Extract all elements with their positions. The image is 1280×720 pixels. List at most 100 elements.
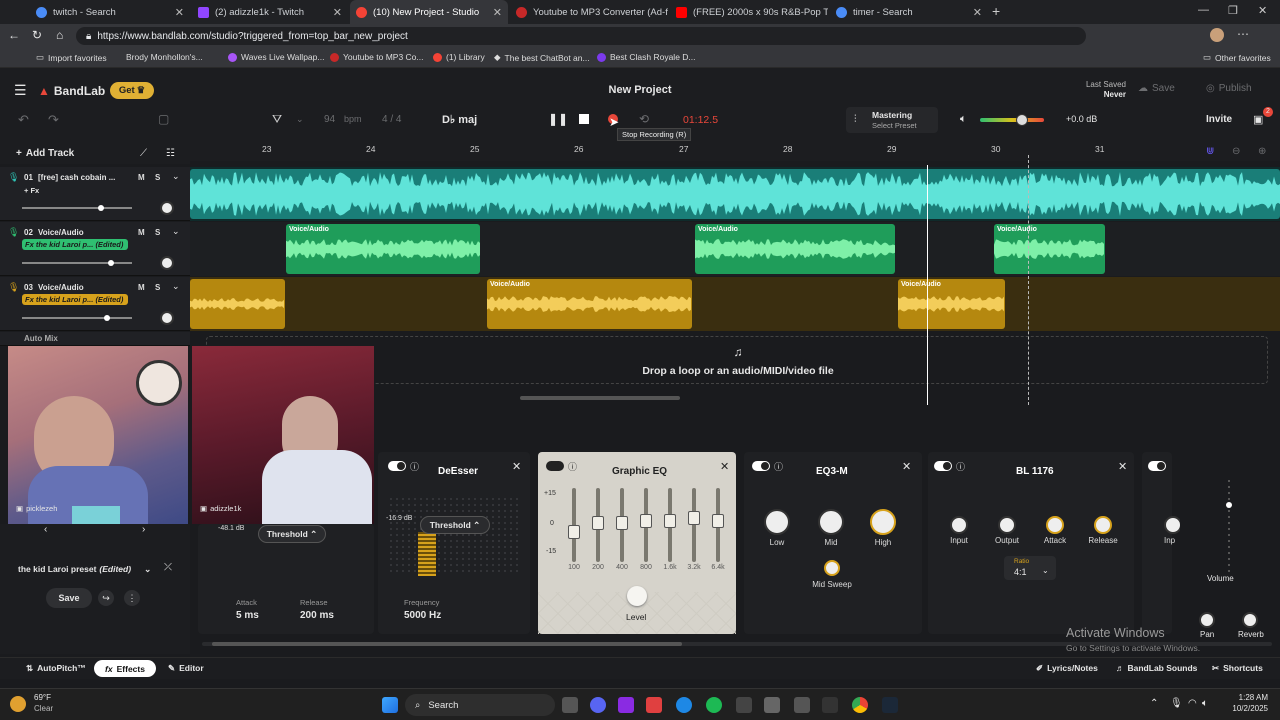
bookmark-5[interactable]: (1) Library xyxy=(433,52,485,62)
bandlab-sounds-button[interactable]: ♬ BandLab Sounds xyxy=(1116,663,1197,673)
eq-high-knob[interactable] xyxy=(870,509,896,535)
get-membership-button[interactable]: Get ♛ xyxy=(110,82,154,99)
attack-value[interactable]: 5 ms xyxy=(236,610,259,621)
menu-icon[interactable]: ⋯ xyxy=(1237,27,1249,41)
eq-band-handle[interactable] xyxy=(712,513,724,528)
track-name[interactable]: Voice/Audio xyxy=(38,283,84,292)
shortcuts-button[interactable]: ✂ Shortcuts xyxy=(1212,663,1263,674)
tuning-fork-icon[interactable]: ⟋ xyxy=(140,148,147,159)
close-icon[interactable]: ✕ xyxy=(973,6,982,19)
frequency-value[interactable]: 5000 Hz xyxy=(404,610,441,621)
bookmark-7[interactable]: Best Clash Royale D... xyxy=(597,52,696,62)
eq-band-handle[interactable] xyxy=(616,515,628,530)
mute-button[interactable]: M xyxy=(138,173,145,182)
epic-games-icon[interactable] xyxy=(822,697,838,713)
undo-icon[interactable]: ↶ xyxy=(18,112,29,128)
hamburger-menu-icon[interactable]: ☰ xyxy=(14,82,27,99)
discord-icon[interactable] xyxy=(590,697,606,713)
volume-fader-handle[interactable] xyxy=(1226,502,1232,508)
partial-fx-toggle[interactable] xyxy=(1148,461,1166,471)
bandlab-logo[interactable]: ▲ BandLab xyxy=(38,84,105,98)
bookmark-2[interactable]: Brody Monhollon's... xyxy=(126,52,203,62)
track-volume-slider[interactable] xyxy=(22,260,132,266)
start-icon[interactable] xyxy=(382,697,398,713)
track-name[interactable]: Voice/Audio xyxy=(38,228,84,237)
deesser-toggle[interactable] xyxy=(388,461,406,471)
effect-preset-badge[interactable]: Fx the kid Laroi p... (Edited) xyxy=(22,239,128,250)
mic-icon[interactable]: 🎙︎ xyxy=(8,172,19,183)
pan-knob[interactable] xyxy=(160,311,174,325)
compressor-threshold-selector[interactable]: Threshold ⌃ xyxy=(258,525,326,543)
app-icon[interactable] xyxy=(736,697,752,713)
magnet-icon[interactable]: ⋓ xyxy=(1206,146,1214,157)
audio-clip[interactable] xyxy=(190,279,285,329)
close-icon[interactable]: ✕ xyxy=(333,6,342,19)
solo-button[interactable]: S xyxy=(155,173,160,182)
effects-tab[interactable]: fx Effects xyxy=(94,660,156,677)
other-favorites[interactable]: ▭ Other favorites xyxy=(1203,52,1271,63)
browser-tab-4[interactable]: Youtube to MP3 Converter (Ad-fr✕ xyxy=(510,0,668,24)
time-signature[interactable]: 4 / 4 xyxy=(382,114,401,125)
info-icon[interactable]: ⓘ xyxy=(568,460,577,473)
url-input[interactable]: 🔒︎ https://www.bandlab.com/studio?trigger… xyxy=(76,27,1086,45)
bookmark-3[interactable]: Waves Live Wallpap... xyxy=(228,52,324,62)
settings-sliders-icon[interactable]: ☷ xyxy=(166,148,175,159)
volume-fader[interactable] xyxy=(1228,476,1230,572)
attack-knob[interactable] xyxy=(1046,516,1064,534)
level-knob[interactable] xyxy=(627,586,647,606)
zoom-in-icon[interactable]: ⊕ xyxy=(1258,146,1266,157)
metronome-icon[interactable]: ⛛ xyxy=(272,112,282,127)
publish-button[interactable]: ◎ Publish xyxy=(1206,83,1252,94)
chevron-down-icon[interactable]: ⌄ xyxy=(172,171,180,182)
eq-band-handle[interactable] xyxy=(568,524,580,539)
pan-knob[interactable] xyxy=(160,256,174,270)
new-tab-button[interactable]: + xyxy=(992,3,1000,19)
horizontal-scrollbar[interactable] xyxy=(520,396,680,400)
close-icon[interactable]: ✕ xyxy=(512,460,521,473)
browser-tab-5[interactable]: (FREE) 2000s x 90s R&B-Pop Type✕ xyxy=(670,0,828,24)
weather-icon[interactable] xyxy=(10,696,26,712)
track-lane-3[interactable]: Voice/Audio Voice/Audio xyxy=(190,277,1280,331)
save-project-button[interactable]: ☁ Save xyxy=(1138,83,1175,94)
close-icon[interactable]: ✕ xyxy=(175,6,184,19)
bookmark-6[interactable]: ◆ The best ChatBot an... xyxy=(494,52,590,63)
track-volume-handle[interactable] xyxy=(104,315,110,321)
track-header-2[interactable]: 🎙︎ 02 Voice/Audio Fx the kid Laroi p... … xyxy=(0,222,190,276)
back-icon[interactable]: ← xyxy=(8,28,20,42)
add-fx-button[interactable]: + Fx xyxy=(24,186,39,195)
browser-tab-3[interactable]: (10) New Project - Studio ✕ xyxy=(350,0,508,24)
track-volume-slider[interactable] xyxy=(22,205,132,211)
stop-button[interactable] xyxy=(579,114,589,124)
solo-button[interactable]: S xyxy=(155,228,160,237)
pan-knob[interactable] xyxy=(1199,612,1215,628)
effect-preset-badge[interactable]: Fx the kid Laroi p... (Edited) xyxy=(22,294,128,305)
browser-tab-1[interactable]: twitch - Search ✕ xyxy=(30,0,190,24)
loop-icon[interactable]: ⟲ xyxy=(639,112,649,126)
tempo-value[interactable]: 94 xyxy=(324,114,335,125)
gift-icon[interactable]: ▣ xyxy=(1253,113,1263,126)
close-icon[interactable]: ✕ xyxy=(493,6,502,19)
share-icon[interactable]: ↪ xyxy=(98,590,114,606)
edge-icon[interactable] xyxy=(676,697,692,713)
eq3-toggle[interactable] xyxy=(752,461,770,471)
add-track-button[interactable]: + Add Track xyxy=(16,148,74,159)
maximize-button[interactable]: ❐ xyxy=(1228,4,1238,17)
more-icon[interactable]: ⋮ xyxy=(124,590,140,606)
eq-band-handle[interactable] xyxy=(592,515,604,530)
info-icon[interactable]: ⓘ xyxy=(410,460,419,473)
audio-clip[interactable]: Voice/Audio xyxy=(695,224,895,274)
mic-icon[interactable]: 🎙︎ xyxy=(8,282,19,293)
audio-clip[interactable]: Voice/Audio xyxy=(487,279,692,329)
redo-icon[interactable]: ↷ xyxy=(48,112,59,128)
bookmark-4[interactable]: Youtube to MP3 Co... xyxy=(330,52,424,62)
master-volume-slider[interactable] xyxy=(980,114,1044,126)
pan-knob[interactable] xyxy=(160,201,174,215)
taskbar-search[interactable]: ⌕ Search xyxy=(405,694,555,716)
track-lane-2[interactable]: Voice/Audio Voice/Audio Voice/Audio xyxy=(190,222,1280,276)
mic-tray-icon[interactable]: 🎙︎ xyxy=(1170,698,1183,709)
settings-icon[interactable] xyxy=(764,697,780,713)
home-icon[interactable]: ⌂ xyxy=(56,28,63,42)
mute-button[interactable]: M xyxy=(138,228,145,237)
wifi-icon[interactable]: ◠ xyxy=(1188,698,1197,709)
autopitch-tab[interactable]: ⇅ AutoPitch™ xyxy=(26,663,86,674)
